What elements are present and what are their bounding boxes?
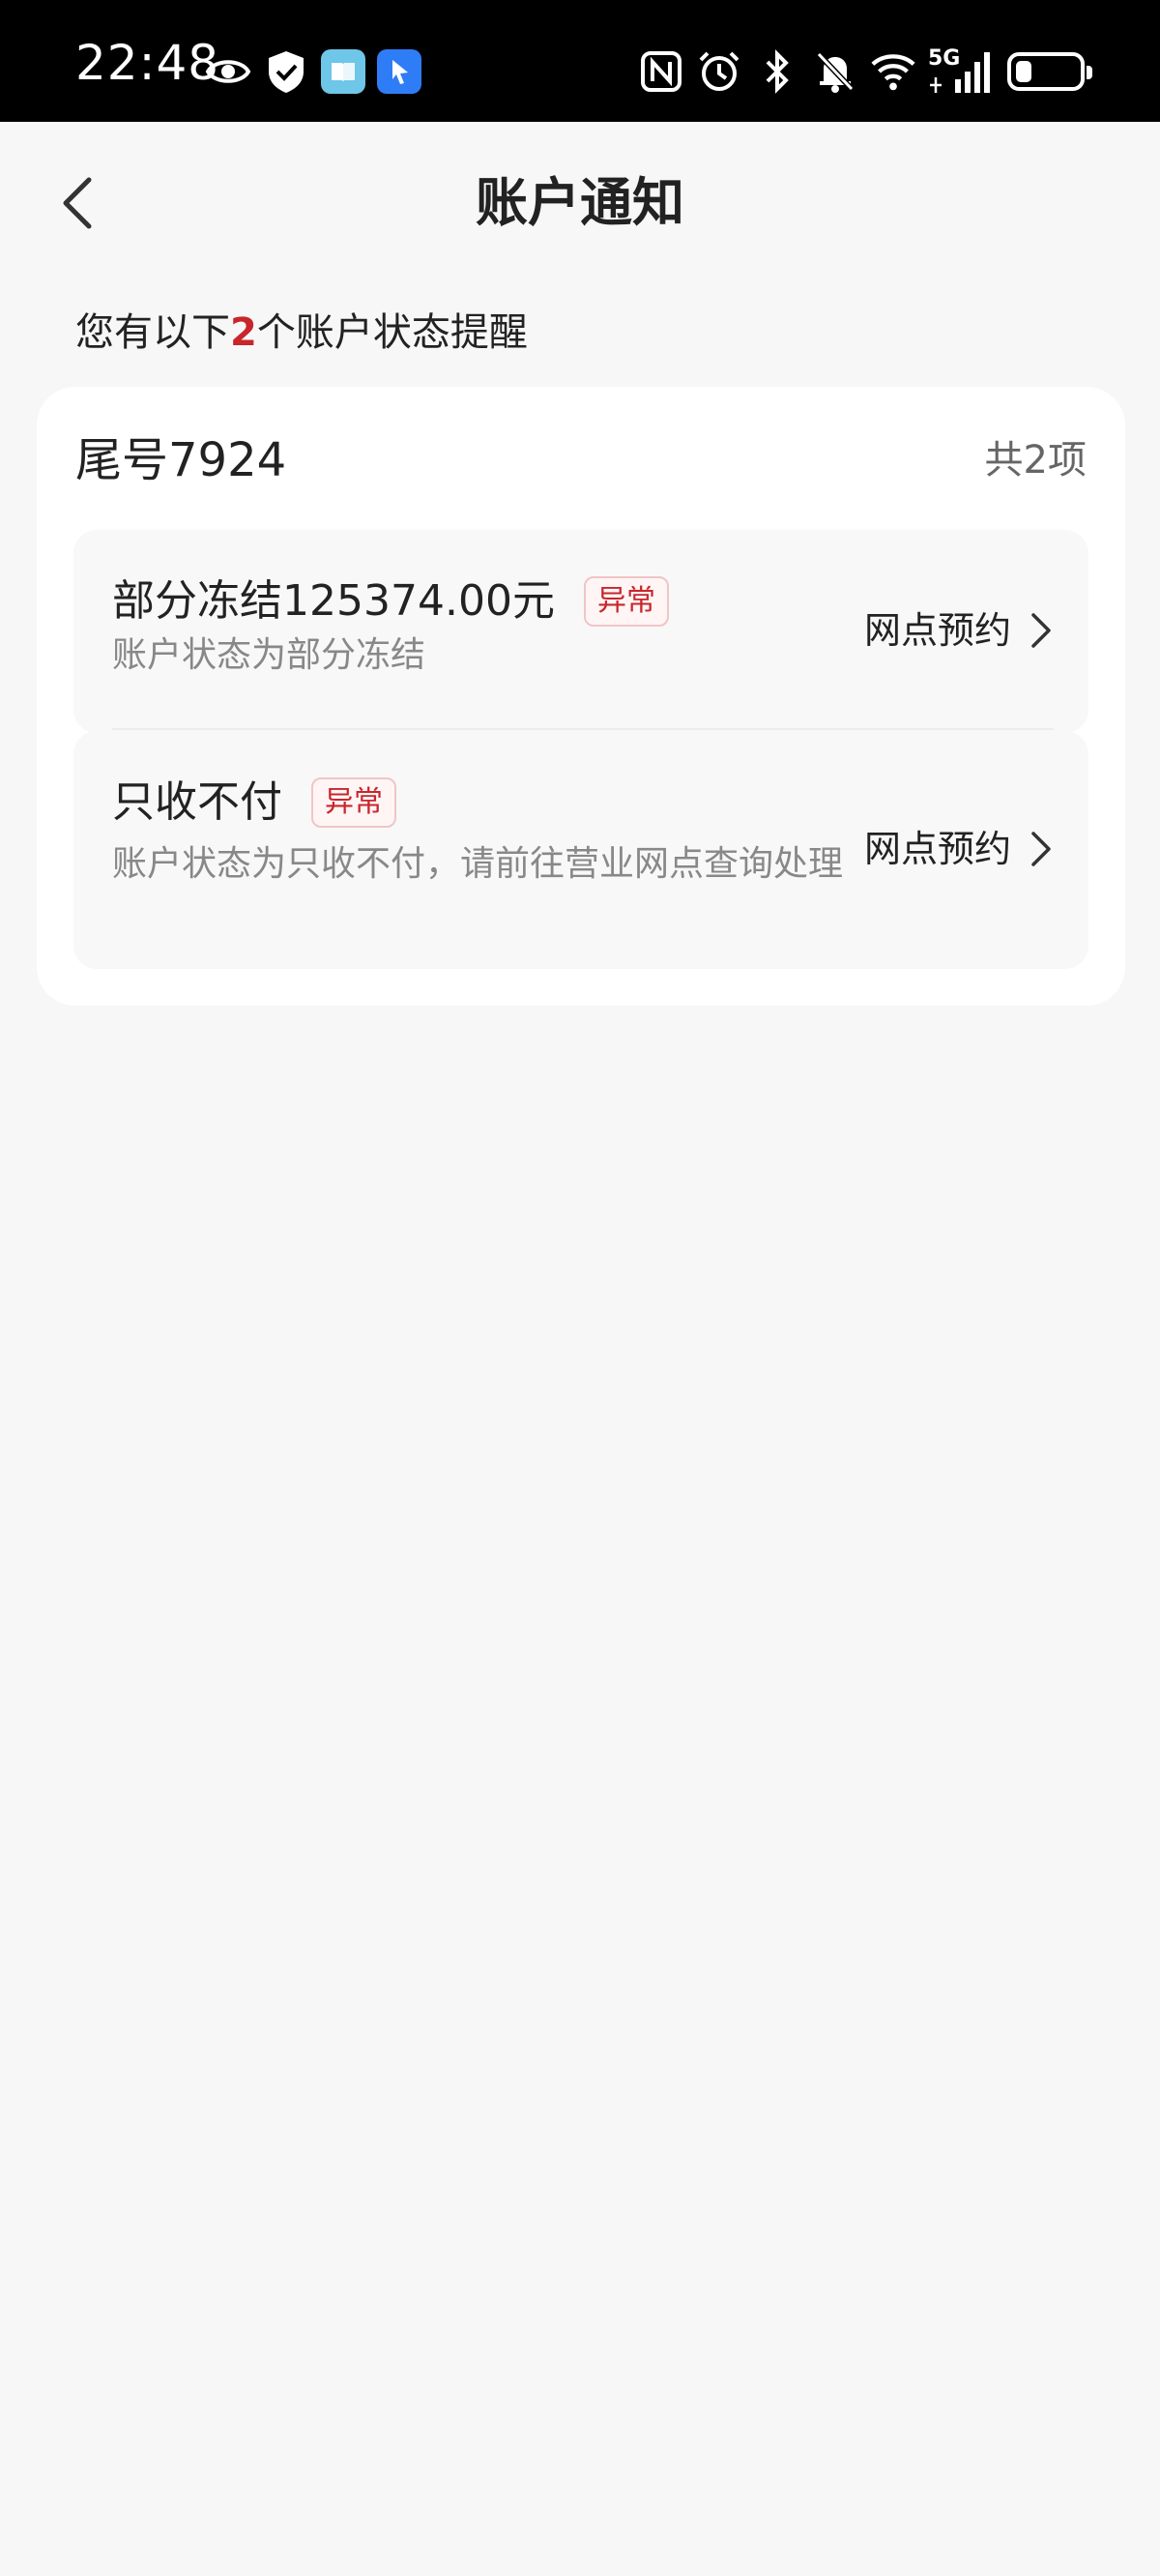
wifi-icon	[870, 48, 916, 95]
cellular-5g-icon: 5G	[928, 48, 996, 95]
page-title: 账户通知	[476, 172, 684, 233]
notice-title-row: 只收不付 异常	[112, 774, 396, 832]
chevron-right-icon	[1031, 832, 1051, 866]
status-left-icons	[205, 46, 421, 97]
eye-icon	[205, 48, 251, 95]
notice-title-row: 部分冻结125374.00元 异常	[112, 572, 669, 630]
notice-description: 账户状态为只收不付，请前往营业网点查询处理	[112, 844, 844, 884]
status-time: 22:48	[75, 35, 220, 91]
shield-check-icon	[263, 48, 309, 95]
battery-level	[1016, 61, 1031, 82]
summary-prefix: 您有以下	[75, 310, 230, 355]
notice-item-partial-freeze[interactable]: 部分冻结125374.00元 异常 账户状态为部分冻结 网点预约	[73, 530, 1088, 733]
status-badge: 异常	[311, 777, 396, 828]
item-divider	[112, 728, 1054, 730]
notification-summary: 您有以下2个账户状态提醒	[75, 306, 528, 360]
summary-suffix: 个账户状态提醒	[256, 310, 528, 355]
account-tail-number: 尾号7924	[75, 433, 287, 487]
notice-title: 只收不付	[112, 777, 282, 827]
battery-icon	[1007, 52, 1092, 91]
item-total-count: 共2项	[984, 438, 1087, 483]
branch-appointment-button[interactable]: 网点预约	[864, 603, 1054, 658]
nav-bar: 账户通知	[0, 122, 1160, 286]
alarm-icon	[696, 48, 742, 95]
chevron-right-icon	[1031, 613, 1051, 648]
branch-appointment-button[interactable]: 网点预约	[864, 822, 1054, 876]
status-badge: 异常	[583, 576, 669, 627]
notice-title: 部分冻结125374.00元	[112, 576, 555, 626]
bluetooth-icon	[754, 48, 800, 95]
nfc-icon	[638, 48, 684, 95]
notice-description: 账户状态为部分冻结	[112, 635, 426, 675]
status-bar: 22:48 5G	[0, 0, 1160, 122]
account-card-header: 尾号7924 共2项	[75, 425, 1087, 495]
status-right-icons: 5G	[638, 46, 1092, 97]
action-label: 网点预约	[863, 828, 1011, 870]
notice-item-receive-only[interactable]: 只收不付 异常 账户状态为只收不付，请前往营业网点查询处理 网点预约	[73, 731, 1088, 969]
bell-off-icon	[812, 48, 858, 95]
account-card: 尾号7924 共2项 部分冻结125374.00元 异常 账户状态为部分冻结 网…	[37, 387, 1125, 1006]
action-label: 网点预约	[863, 609, 1011, 652]
navigation-app-icon	[377, 49, 421, 94]
book-app-icon	[321, 49, 365, 94]
summary-count: 2	[230, 310, 257, 355]
